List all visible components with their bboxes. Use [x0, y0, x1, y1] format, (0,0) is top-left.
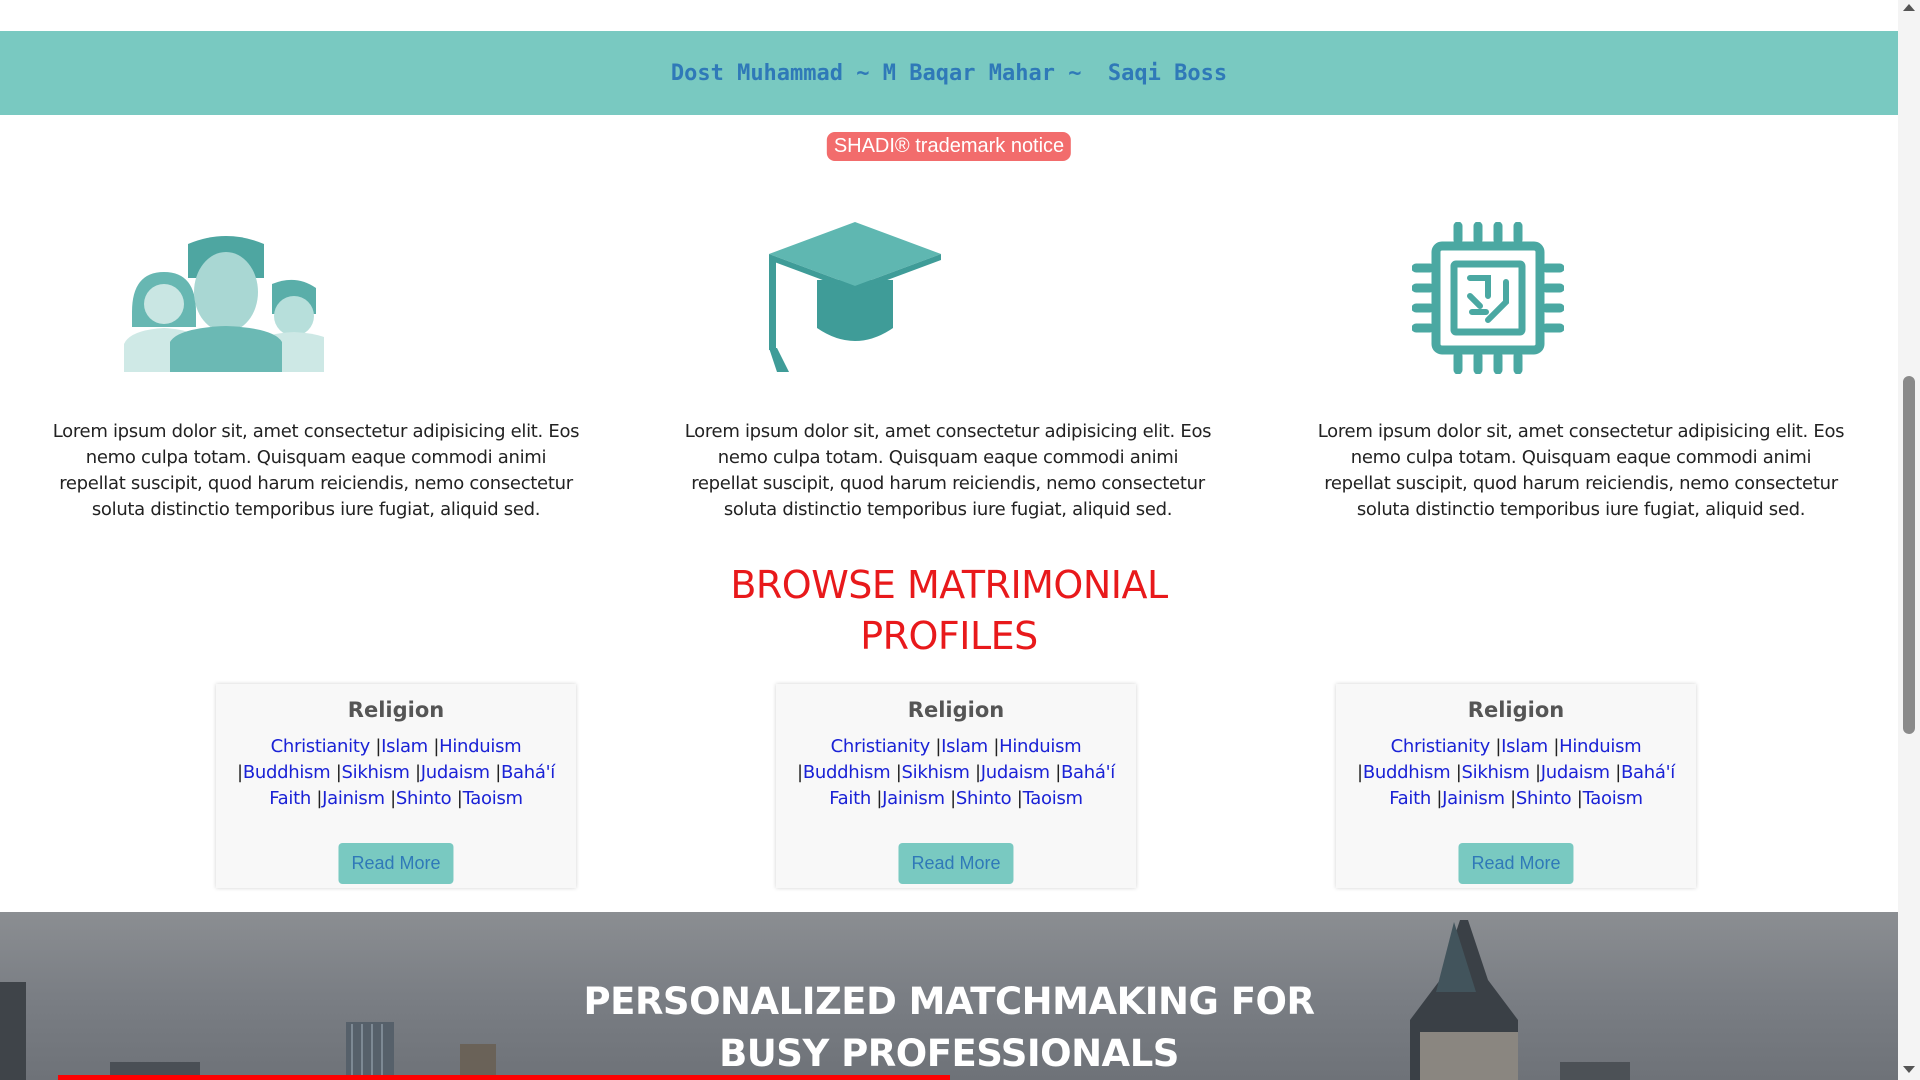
link-hinduism[interactable]: Hinduism: [999, 736, 1082, 757]
browse-title-line-2: PROFILES: [860, 614, 1038, 658]
link-christianity[interactable]: Christianity: [1391, 736, 1491, 757]
link-jainism[interactable]: Jainism: [882, 788, 945, 809]
religion-links: Christianity |Islam |Hinduism |Buddhism …: [1357, 736, 1675, 809]
scrollbar-thumb[interactable]: [1903, 376, 1915, 734]
religion-card: Religion Christianity |Islam |Hinduism |…: [216, 684, 576, 888]
link-islam[interactable]: Islam: [1501, 736, 1548, 757]
scroll-down-arrow-icon[interactable]: [1903, 1066, 1915, 1073]
religion-links: Christianity |Islam |Hinduism |Buddhism …: [237, 736, 555, 809]
scroll-up-arrow-icon[interactable]: [1903, 4, 1915, 11]
hero-title-line-1: PERSONALIZED MATCHMAKING FOR: [583, 980, 1315, 1023]
link-judaism[interactable]: Judaism: [421, 762, 490, 783]
link-shinto[interactable]: Shinto: [956, 788, 1012, 809]
link-hinduism[interactable]: Hinduism: [1559, 736, 1642, 757]
hero-title-line-2: BUSY PROFESSIONALS: [719, 1032, 1179, 1075]
link-buddhism[interactable]: Buddhism: [803, 762, 891, 783]
microchip-icon: [1411, 221, 1565, 378]
link-shinto[interactable]: Shinto: [1516, 788, 1572, 809]
browse-profiles-title: BROWSE MATRIMONIAL PROFILES: [649, 560, 1249, 662]
link-sikhism[interactable]: Sikhism: [1462, 762, 1530, 783]
link-sikhism[interactable]: Sikhism: [902, 762, 970, 783]
hero-title: PERSONALIZED MATCHMAKING FOR BUSY PROFES…: [549, 976, 1349, 1080]
religion-card: Religion Christianity |Islam |Hinduism |…: [1336, 684, 1696, 888]
link-christianity[interactable]: Christianity: [271, 736, 371, 757]
link-islam[interactable]: Islam: [381, 736, 428, 757]
feature-text-2: Lorem ipsum dolor sit, amet consectetur …: [684, 421, 1212, 520]
trademark-notice-badge[interactable]: SHADI® trademark notice: [826, 132, 1072, 161]
read-more-button[interactable]: Read More: [1458, 843, 1574, 884]
card-title: Religion: [1467, 698, 1565, 722]
read-more-button[interactable]: Read More: [338, 843, 454, 884]
link-sikhism[interactable]: Sikhism: [342, 762, 410, 783]
link-taoism[interactable]: Taoism: [1583, 788, 1643, 809]
link-taoism[interactable]: Taoism: [1023, 788, 1083, 809]
religion-links: Christianity |Islam |Hinduism |Buddhism …: [797, 736, 1115, 809]
vertical-scrollbar[interactable]: [1898, 0, 1920, 1080]
feature-text-1: Lorem ipsum dolor sit, amet consectetur …: [52, 421, 580, 520]
link-shinto[interactable]: Shinto: [396, 788, 452, 809]
link-islam[interactable]: Islam: [941, 736, 988, 757]
browse-title-line-1: BROWSE MATRIMONIAL: [730, 563, 1168, 607]
link-buddhism[interactable]: Buddhism: [243, 762, 331, 783]
link-christianity[interactable]: Christianity: [831, 736, 931, 757]
link-hinduism[interactable]: Hinduism: [439, 736, 522, 757]
feature-text-3: Lorem ipsum dolor sit, amet consectetur …: [1317, 421, 1845, 520]
card-title: Religion: [907, 698, 1005, 722]
link-jainism[interactable]: Jainism: [1442, 788, 1505, 809]
header-banner: Dost Muhammad ~ M Baqar Mahar ~ Saqi Bos…: [0, 31, 1898, 115]
family-icon: [124, 222, 336, 376]
graduation-cap-icon: [769, 222, 941, 376]
hero-section: PERSONALIZED MATCHMAKING FOR BUSY PROFES…: [0, 912, 1898, 1080]
red-underline-bar: [58, 1075, 950, 1080]
religion-card: Religion Christianity |Islam |Hinduism |…: [776, 684, 1136, 888]
banner-title: Dost Muhammad ~ M Baqar Mahar ~ Saqi Bos…: [670, 60, 1228, 86]
link-jainism[interactable]: Jainism: [322, 788, 385, 809]
link-buddhism[interactable]: Buddhism: [1363, 762, 1451, 783]
page: Dost Muhammad ~ M Baqar Mahar ~ Saqi Bos…: [0, 0, 1898, 1080]
link-taoism[interactable]: Taoism: [463, 788, 523, 809]
link-judaism[interactable]: Judaism: [981, 762, 1050, 783]
card-title: Religion: [347, 698, 445, 722]
read-more-button[interactable]: Read More: [898, 843, 1014, 884]
link-judaism[interactable]: Judaism: [1541, 762, 1610, 783]
